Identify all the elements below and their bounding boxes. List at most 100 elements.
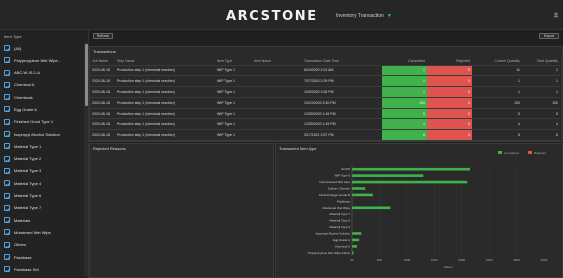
column-header-current-quantity[interactable]: Current Quantity <box>472 57 522 66</box>
table-row[interactable]: 2020-06-18Production step 1 (chemical re… <box>90 97 560 109</box>
bar-completed <box>352 238 360 242</box>
x-tick-label: 500 <box>377 258 382 262</box>
checkbox-checked-icon[interactable] <box>4 143 11 150</box>
filter-item[interactable]: Material Type 2 <box>0 153 84 165</box>
column-header-completed[interactable]: Completed <box>382 57 427 66</box>
step-name-cell: Production step 1 (chemical reaction) <box>115 97 215 109</box>
filter-item[interactable]: Material Type 6 <box>0 190 84 202</box>
column-header-total-quantity[interactable]: Total Quantity <box>522 57 560 66</box>
step-name-cell: Production step 1 (chemical reaction) <box>115 118 215 131</box>
current-quantity-cell: 4 <box>472 118 522 131</box>
column-header-item-name[interactable]: Item Name <box>252 57 302 66</box>
x-tick-label: 3500 <box>541 258 548 262</box>
column-header-item-type[interactable]: Item Type <box>215 57 252 66</box>
checkbox-checked-icon[interactable] <box>4 266 11 273</box>
job-name-cell: 2020-06-18 <box>90 129 115 141</box>
checkbox-checked-icon[interactable] <box>4 180 11 187</box>
filter-item[interactable]: (All) <box>0 42 84 54</box>
filter-item-label: Packbase Set <box>14 266 39 272</box>
current-quantity-cell: 8 <box>472 129 522 141</box>
checkbox-checked-icon[interactable] <box>4 192 11 199</box>
table-row[interactable]: 2020-06-18Production step 1 (chemical re… <box>90 65 560 77</box>
table-row[interactable]: 2020-06-18Production step 1 (chemical re… <box>90 108 560 120</box>
checkbox-checked-icon[interactable] <box>4 217 11 224</box>
filter-item[interactable]: Isopropyl Alcohol Solution <box>0 128 84 140</box>
job-name-cell: 2020-06-18 <box>90 140 115 141</box>
item-type-cell: WIP Type 1 <box>215 140 252 141</box>
filter-item[interactable]: Material Type 4 <box>0 177 84 189</box>
checkbox-checked-icon[interactable] <box>4 69 11 76</box>
filter-item-label: Polypropylene Wet Wipe... <box>14 57 62 63</box>
checkbox-checked-icon[interactable] <box>4 57 11 64</box>
filter-item[interactable]: Egg Grade A <box>0 103 84 115</box>
checkbox-checked-icon[interactable] <box>4 45 11 52</box>
refresh-button[interactable]: Refresh <box>93 33 113 39</box>
checkbox-checked-icon[interactable] <box>4 94 11 101</box>
table-row[interactable]: 2020-06-18Production step 1 (chemical re… <box>90 86 560 98</box>
checkbox-checked-icon[interactable] <box>4 118 11 126</box>
y-category-label: Isopropyl Alcohol Solution <box>316 232 351 236</box>
column-header-rejected[interactable]: Rejected <box>427 57 472 66</box>
column-header-step-name[interactable]: Step Name <box>115 57 215 66</box>
y-category-label: ECOS <box>341 167 350 171</box>
checkbox-checked-icon[interactable] <box>4 229 11 236</box>
job-name-cell: 2020-06-18 <box>90 86 115 98</box>
item-type-cell: WIP Type 1 <box>215 118 252 131</box>
filter-item-label: Chemicals <box>14 94 33 100</box>
checkbox-checked-icon[interactable] <box>4 241 11 249</box>
bar-completed <box>352 245 357 248</box>
table-row[interactable]: 2020-06-18Production step 1 (chemical re… <box>90 118 560 131</box>
current-quantity-cell: 100 <box>472 97 522 109</box>
dropdown-caret-icon[interactable]: ▼ <box>387 13 392 19</box>
filter-item[interactable]: Material Type 1 <box>0 140 84 152</box>
checkbox-checked-icon[interactable] <box>4 131 11 138</box>
filter-scrollbar[interactable] <box>84 42 88 276</box>
table-row[interactable]: 2020-06-18Production step 1 (chemical re… <box>90 129 560 141</box>
x-tick-label: 0k <box>350 258 354 262</box>
checkbox-checked-icon[interactable] <box>4 155 11 162</box>
filter-item[interactable]: Chemicals <box>0 91 84 103</box>
job-name-cell: 2020-06-18 <box>90 108 115 120</box>
transaction-date-cell: 12/30/2020 1:45 PM <box>302 118 382 131</box>
export-button[interactable]: Export <box>539 33 559 39</box>
filter-item[interactable]: Chemical A <box>0 79 84 91</box>
filter-item[interactable]: Finished Good Type 1 <box>0 116 84 128</box>
rejected-cell: 0 <box>427 129 472 141</box>
job-name-cell: 2020-06-18 <box>90 118 115 131</box>
current-quantity-cell: 1 <box>472 86 522 98</box>
user-icon[interactable] <box>553 12 559 18</box>
transaction-date-cell: 6/23/2020 8:18 PM <box>302 140 382 141</box>
total-quantity-cell: 1 <box>522 65 560 77</box>
filter-item[interactable]: Material Type 3 <box>0 165 84 177</box>
filter-item[interactable]: Polypropylene Wet Wipe... <box>0 54 84 66</box>
legend-rejected-label: Rejected <box>534 151 546 155</box>
x-tick-label: 1500 <box>431 258 438 262</box>
filter-item[interactable]: ABC-W-IS-1-A <box>0 67 84 79</box>
checkbox-checked-icon[interactable] <box>4 254 11 261</box>
rejected-reasons-title: Rejected Reasons <box>93 146 126 151</box>
filter-list: (All) Polypropylene Wet Wipe... ABC-W-IS-1… <box>0 42 84 276</box>
filter-item[interactable]: Moistened Wet Wipe <box>0 226 84 238</box>
filter-item[interactable]: Material Type 7 <box>0 202 84 214</box>
bar-completed <box>352 206 391 210</box>
checkbox-checked-icon[interactable] <box>4 167 11 175</box>
filter-item[interactable]: Others <box>0 239 84 251</box>
column-header-job-name[interactable]: Job Name <box>90 57 115 66</box>
table-row[interactable]: 2020-06-18Production step 1 (chemical re… <box>90 75 560 88</box>
total-quantity-cell: 8 <box>522 129 560 141</box>
dashboard-selector[interactable]: Inventory Transaction ▼ <box>336 13 392 19</box>
filter-item[interactable]: Packbase Set <box>0 263 84 275</box>
step-name-cell: Production step 1 (chemical reaction) <box>115 129 215 141</box>
filter-item[interactable]: Materials <box>0 214 84 226</box>
item-name-cell <box>252 86 302 98</box>
filter-item[interactable]: Packbase <box>0 251 84 263</box>
column-header-transaction-date[interactable]: Transaction Date Time <box>302 57 382 66</box>
filter-item-label: Material Type 1 <box>14 143 42 149</box>
rejected-cell: 0 <box>427 140 472 141</box>
job-name-cell: 2020-06-18 <box>90 75 115 88</box>
filter-scroll-thumb[interactable] <box>84 44 88 106</box>
checkbox-checked-icon[interactable] <box>4 81 11 89</box>
table-row[interactable]: 2020-06-18Production step 1 (chemical re… <box>90 140 560 141</box>
checkbox-checked-icon[interactable] <box>4 106 11 113</box>
checkbox-checked-icon[interactable] <box>4 204 11 212</box>
